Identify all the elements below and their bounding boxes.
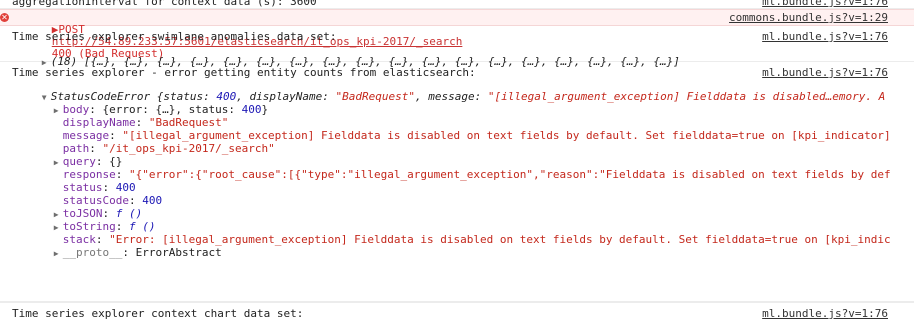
source-link[interactable]: ml.bundle.js?v=1:76 xyxy=(762,0,888,8)
prop-proto[interactable]: ▶ __proto__: ErrorAbstract xyxy=(14,235,222,272)
console-message-interval: aggregationInterval for context data (s)… xyxy=(0,0,914,9)
message-text: aggregationInterval for context data (s)… xyxy=(12,0,317,8)
expand-triangle-icon[interactable]: ▶ xyxy=(54,248,63,260)
message-text: Time series explorer - error getting ent… xyxy=(12,66,476,79)
console-message-network-error[interactable]: ✕ ▶POST http://54.89.233.57:5601/elastic… xyxy=(0,9,914,60)
source-link[interactable]: ml.bundle.js?v=1:76 xyxy=(762,31,888,43)
source-link[interactable]: ml.bundle.js?v=1:76 xyxy=(762,308,888,320)
devtools-console: aggregationInterval for context data (s)… xyxy=(0,0,914,325)
message-text: Time series explorer swimlane anomalies … xyxy=(12,30,337,43)
console-message-entity-error: Time series explorer - error getting ent… xyxy=(0,62,914,302)
console-message-context-chart: Time series explorer context chart data … xyxy=(0,302,914,325)
source-link[interactable]: commons.bundle.js?v=1:29 xyxy=(729,12,888,24)
console-message-swimlane: Time series explorer swimlane anomalies … xyxy=(0,26,914,68)
source-link[interactable]: ml.bundle.js?v=1:76 xyxy=(762,67,888,79)
error-icon: ✕ xyxy=(0,13,9,22)
message-text: Time series explorer context chart data … xyxy=(12,307,304,320)
